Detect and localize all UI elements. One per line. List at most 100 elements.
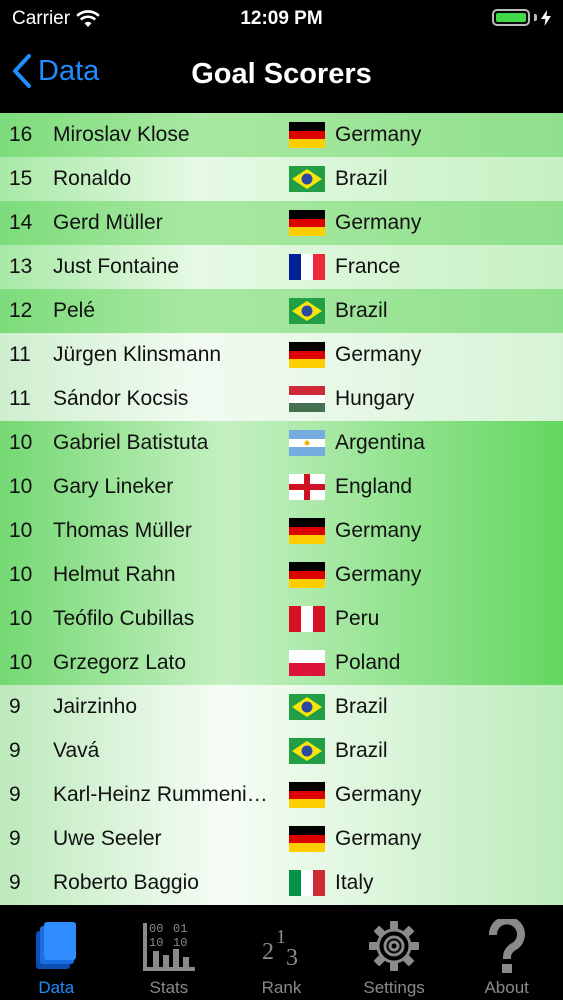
hungary-flag-icon <box>289 386 325 412</box>
goals-count: 10 <box>9 607 33 630</box>
tab-data[interactable]: Data <box>0 911 113 1000</box>
player-name: Roberto Baggio <box>53 871 199 894</box>
player-name: Jairzinho <box>53 695 138 718</box>
poland-flag-icon <box>289 650 325 676</box>
tab-rank[interactable]: 2 1 3 Rank <box>225 911 338 1000</box>
germany-flag-icon <box>289 210 325 236</box>
goals-count: 10 <box>9 519 33 542</box>
table-row[interactable]: 14 Gerd Müller Germany <box>0 201 563 245</box>
country-name: Brazil <box>335 299 388 322</box>
player-name: Jürgen Klinsmann <box>53 343 222 366</box>
country-name: France <box>335 255 401 278</box>
goals-count: 15 <box>9 167 33 190</box>
player-name: Thomas Müller <box>53 519 192 542</box>
germany-flag-icon <box>289 518 325 544</box>
country-name: Brazil <box>335 695 388 718</box>
tab-label: Stats <box>149 978 189 997</box>
tab-label: Settings <box>363 978 425 997</box>
question-mark-icon <box>477 917 537 975</box>
player-name: Just Fontaine <box>53 255 180 278</box>
goals-count: 9 <box>9 827 21 850</box>
brazil-flag-icon <box>289 738 325 764</box>
argentina-flag-icon <box>289 430 325 456</box>
goals-count: 9 <box>9 871 21 894</box>
tab-about[interactable]: About <box>450 911 563 1000</box>
table-row[interactable]: 13 Just Fontaine France <box>0 245 563 289</box>
player-name: Ronaldo <box>53 167 132 190</box>
country-name: Argentina <box>335 431 425 454</box>
table-row[interactable]: 10 Gary Lineker England <box>0 465 563 509</box>
goals-count: 11 <box>9 387 31 410</box>
table-row[interactable]: 9 Roberto Baggio Italy <box>0 861 563 905</box>
rank-icon-digit: 3 <box>286 945 298 971</box>
status-time: 12:09 PM <box>240 8 323 29</box>
page-title: Goal Scorers <box>191 58 372 90</box>
country-name: England <box>335 475 413 498</box>
tab-settings[interactable]: Settings <box>338 911 451 1000</box>
rank-icon-digit: 2 <box>262 939 274 965</box>
table-row[interactable]: 9 Uwe Seeler Germany <box>0 817 563 861</box>
navigation-bar: Data Goal Scorers <box>0 38 563 112</box>
goals-count: 11 <box>9 343 31 366</box>
tab-label: Rank <box>261 978 302 997</box>
table-row[interactable]: 10 Thomas Müller Germany <box>0 509 563 553</box>
table-row[interactable]: 16 Miroslav Klose Germany <box>0 113 563 157</box>
goals-count: 9 <box>9 783 21 806</box>
stats-chart-icon: 00 01 10 10 <box>139 917 199 975</box>
table-row[interactable]: 11 Sándor Kocsis Hungary <box>0 377 563 421</box>
data-book-icon <box>26 917 86 975</box>
france-flag-icon <box>289 254 325 280</box>
battery-icon <box>492 9 530 26</box>
player-name: Helmut Rahn <box>53 563 176 586</box>
goals-count: 14 <box>9 211 33 234</box>
table-row[interactable]: 10 Gabriel Batistuta Argentina <box>0 421 563 465</box>
player-name: Vavá <box>53 739 100 762</box>
brazil-flag-icon <box>289 694 325 720</box>
table-row[interactable]: 15 Ronaldo Brazil <box>0 157 563 201</box>
country-name: Germany <box>335 343 422 366</box>
tab-stats[interactable]: 00 01 10 10 Stats <box>113 911 226 1000</box>
charging-bolt-icon <box>541 9 551 26</box>
rank-icon-digit: 1 <box>276 926 286 948</box>
table-row[interactable]: 10 Grzegorz Lato Poland <box>0 641 563 685</box>
goals-count: 10 <box>9 651 33 674</box>
england-flag-icon <box>289 474 325 500</box>
country-name: Brazil <box>335 167 388 190</box>
country-name: Poland <box>335 651 401 674</box>
tab-label: About <box>484 978 529 997</box>
table-row[interactable]: 10 Helmut Rahn Germany <box>0 553 563 597</box>
country-name: Italy <box>335 871 374 894</box>
player-name: Miroslav Klose <box>53 123 190 146</box>
country-name: Germany <box>335 211 422 234</box>
country-name: Hungary <box>335 387 415 410</box>
country-name: Germany <box>335 123 422 146</box>
country-name: Germany <box>335 783 422 806</box>
player-name: Teófilo Cubillas <box>53 607 195 630</box>
battery-indicator <box>492 9 551 26</box>
status-bar: Carrier 12:09 PM <box>0 0 563 38</box>
table-row[interactable]: 9 Karl-Heinz Rummeni… Germany <box>0 773 563 817</box>
player-name: Gerd Müller <box>53 211 163 234</box>
germany-flag-icon <box>289 562 325 588</box>
player-name: Grzegorz Lato <box>53 651 187 674</box>
country-name: Germany <box>335 827 422 850</box>
tab-bar: Data 00 01 10 10 Stats 2 1 3 Rank Settin… <box>0 911 563 1000</box>
stats-icon-digit: 00 <box>149 922 163 936</box>
gear-icon <box>364 917 424 975</box>
table-row[interactable]: 9 Vavá Brazil <box>0 729 563 773</box>
goal-scorers-list[interactable]: 16 Miroslav Klose Germany 15 Ronaldo Bra… <box>0 113 563 911</box>
player-name: Gary Lineker <box>53 475 174 498</box>
goals-count: 9 <box>9 739 21 762</box>
table-row[interactable]: 11 Jürgen Klinsmann Germany <box>0 333 563 377</box>
goals-count: 16 <box>9 123 33 146</box>
table-row[interactable]: 10 Teófilo Cubillas Peru <box>0 597 563 641</box>
player-name: Karl-Heinz Rummeni… <box>53 783 268 806</box>
country-name: Germany <box>335 563 422 586</box>
germany-flag-icon <box>289 122 325 148</box>
table-row[interactable]: 12 Pelé Brazil <box>0 289 563 333</box>
table-row[interactable]: 9 Jairzinho Brazil <box>0 685 563 729</box>
tab-label: Data <box>38 978 75 997</box>
stats-icon-digit: 01 <box>173 922 187 936</box>
brazil-flag-icon <box>289 298 325 324</box>
germany-flag-icon <box>289 826 325 852</box>
